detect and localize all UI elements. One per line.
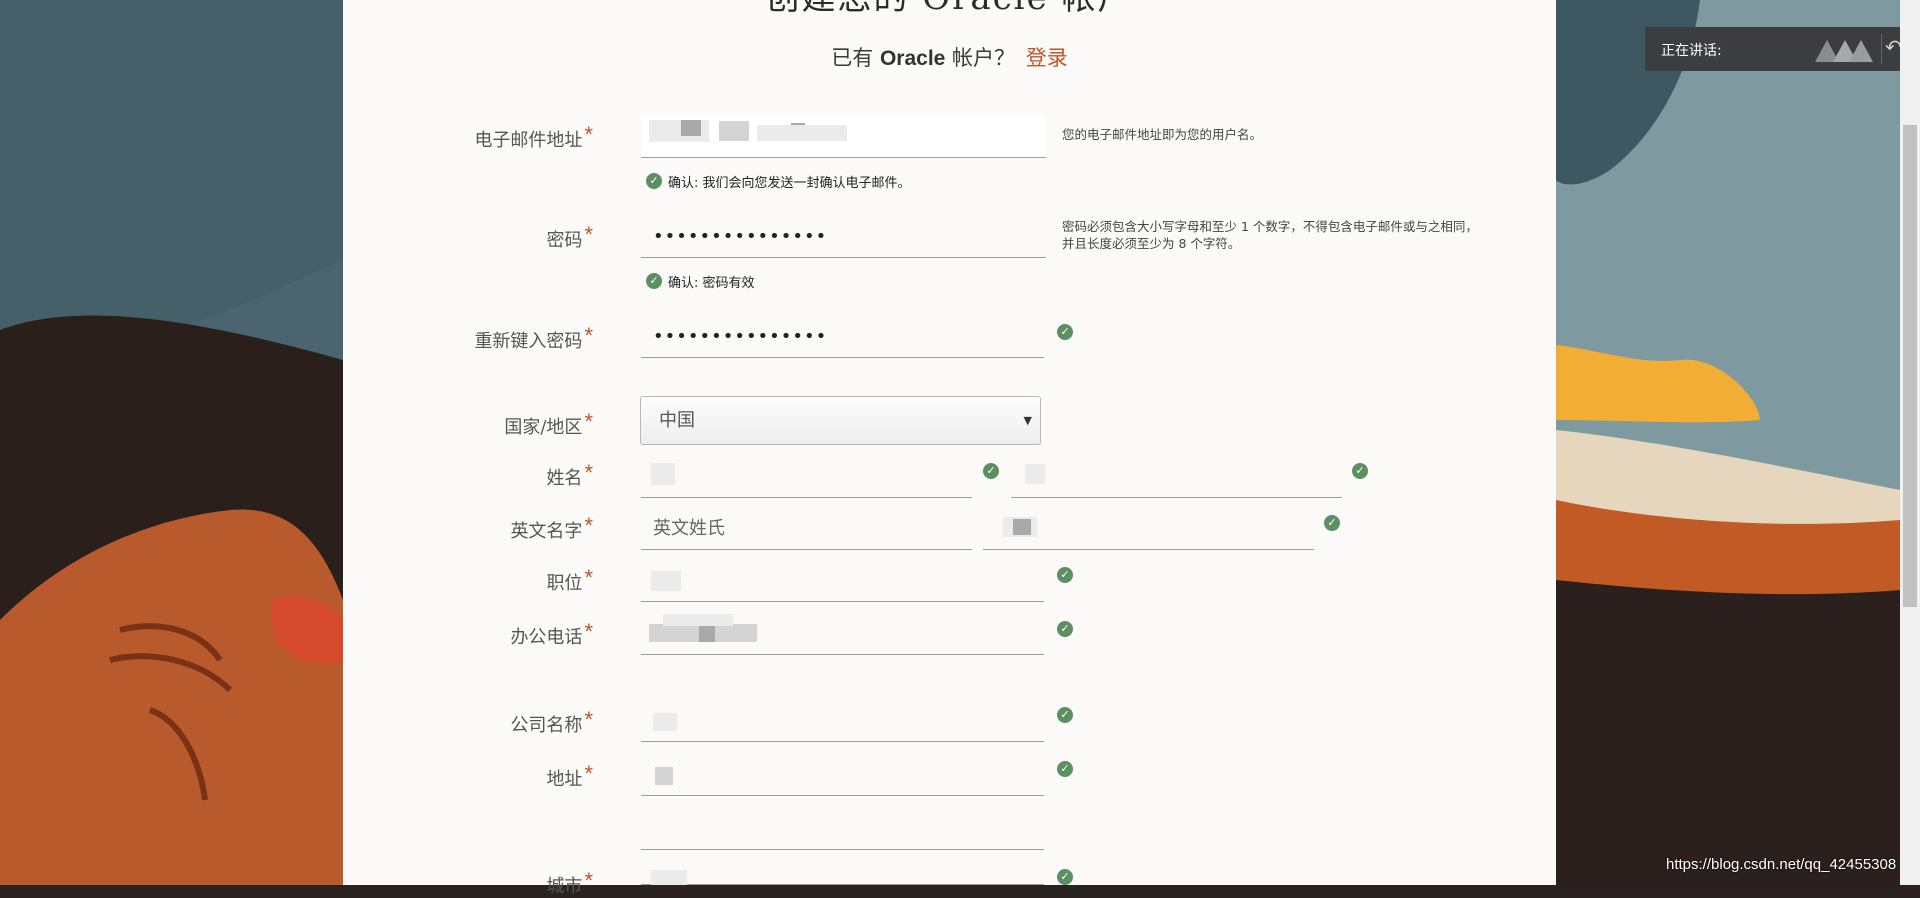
city-field[interactable]: [641, 862, 1044, 885]
english-first-name-check-icon: ✓: [1324, 515, 1340, 531]
country-selected-value: 中国: [659, 410, 695, 431]
company-check-icon: ✓: [1057, 707, 1073, 723]
have-account-line: 已有 Oracle 帐户？ 登录: [343, 42, 1556, 72]
last-name-field[interactable]: [641, 455, 972, 498]
city-label: 城市*: [546, 868, 593, 897]
page-scrollbar[interactable]: [1900, 0, 1920, 885]
address-label: 地址*: [546, 761, 593, 790]
office-phone-label: 办公电话*: [510, 619, 593, 648]
english-name-label: 英文名字*: [510, 513, 593, 542]
company-label: 公司名称*: [510, 707, 593, 736]
office-phone-check-icon: ✓: [1057, 621, 1073, 637]
email-label: 电子邮件地址*: [474, 122, 593, 151]
company-field[interactable]: [641, 699, 1044, 742]
password-hint: 密码必须包含大小写字母和至少 1 个数字，不得包含电子邮件或与之相同，并且长度必…: [1062, 219, 1478, 251]
password-valid-check-icon: ✓: [646, 273, 662, 289]
job-title-check-icon: ✓: [1057, 567, 1073, 583]
first-name-field[interactable]: [1011, 455, 1342, 498]
login-link[interactable]: 登录: [1026, 46, 1068, 70]
password-repeat-check-icon: ✓: [1057, 324, 1073, 340]
email-field[interactable]: [641, 115, 1046, 158]
email-hint: 您的电子邮件地址即为您的用户名。: [1062, 127, 1263, 142]
address-line1-field[interactable]: [641, 753, 1044, 796]
speaking-divider: [1881, 34, 1882, 64]
last-name-check-icon: ✓: [983, 463, 999, 479]
city-check-icon: ✓: [1057, 869, 1073, 885]
english-last-name-placeholder: 英文姓氏: [653, 518, 725, 539]
job-title-label: 职位*: [546, 565, 593, 594]
watermark-text: https://blog.csdn.net/qq_42455308: [1666, 856, 1897, 873]
email-confirm-text: 确认: 我们会向您发送一封确认电子邮件。: [668, 176, 911, 191]
country-select[interactable]: 中国 ▼: [640, 396, 1041, 445]
have-account-prefix: 已有: [831, 46, 874, 70]
email-valid-check-icon: ✓: [646, 173, 662, 189]
page-title: 创建您的 Oracle 帐户: [343, 0, 1556, 19]
password-repeat-label: 重新键入密码*: [474, 323, 593, 352]
password-label: 密码*: [546, 222, 593, 251]
speaking-indicator: 正在讲话: ↶: [1645, 27, 1903, 71]
first-name-check-icon: ✓: [1352, 463, 1368, 479]
speaker-avatar-blur: [1815, 40, 1873, 62]
scrollbar-thumb[interactable]: [1903, 125, 1917, 607]
name-label: 姓名*: [546, 460, 593, 489]
address-line2-field[interactable]: [641, 807, 1044, 850]
english-last-name-field[interactable]: 英文姓氏: [641, 507, 972, 550]
address-check-icon: ✓: [1057, 761, 1073, 777]
password-confirm-text: 确认: 密码有效: [668, 276, 755, 291]
have-account-suffix: 帐户？: [952, 46, 1016, 70]
chevron-down-icon: ▼: [1023, 414, 1032, 427]
country-label: 国家/地区*: [504, 409, 593, 438]
password-repeat-field[interactable]: •••••••••••••••: [641, 315, 1044, 358]
oracle-brand-text: Oracle: [879, 47, 946, 70]
speaking-label: 正在讲话:: [1661, 43, 1722, 59]
office-phone-field[interactable]: [641, 612, 1044, 655]
english-first-name-field[interactable]: [983, 507, 1314, 550]
registration-panel: 创建您的 Oracle 帐户 已有 Oracle 帐户？ 登录 电子邮件地址* …: [343, 0, 1556, 897]
job-title-field[interactable]: [641, 559, 1044, 602]
password-field[interactable]: •••••••••••••••: [641, 215, 1046, 258]
